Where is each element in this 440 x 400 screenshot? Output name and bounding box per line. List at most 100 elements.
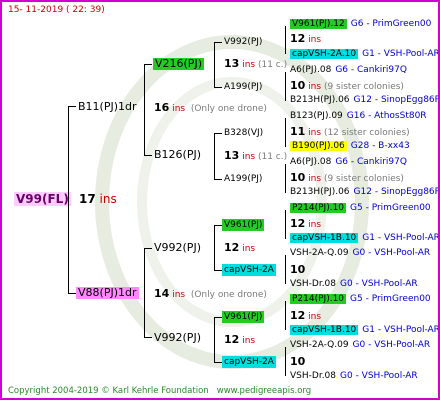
leaf-row[interactable]: 11 ins (12 sister colonies): [290, 126, 410, 139]
leaf-breeder: G12 - SinopEgg86R: [353, 187, 440, 197]
node-b11-info: 16 ins (Only one drone): [154, 101, 267, 115]
node-v961b[interactable]: V961(PJ): [222, 311, 265, 323]
leaf-ins: ins: [305, 82, 322, 92]
leaf-name[interactable]: V961(PJ).12: [290, 19, 347, 29]
leaf-row[interactable]: A6(PJ).08 G6 - Cankiri97Q: [290, 64, 407, 76]
leaf-breeder: G1 - VSH-Pool-AR: [362, 233, 440, 243]
timestamp: 15- 11-2019 ( 22: 39): [8, 5, 105, 15]
footer-url[interactable]: www.pedigreeapis.org: [217, 386, 311, 396]
node-a199a[interactable]: A199(PJ): [224, 81, 262, 93]
node-capa[interactable]: capVSH-2A: [222, 264, 276, 276]
leaf-breeder: G6 - Cankiri97Q: [335, 157, 407, 167]
node-v992c[interactable]: V992(PJ): [154, 332, 201, 344]
leaf-row[interactable]: capVSH-1B.10 G1 - VSH-Pool-AR: [290, 232, 440, 244]
leaf-ins: ins: [305, 128, 322, 138]
leaf-breeder: G5 - PrimGreen00: [350, 294, 431, 304]
leaf-name[interactable]: VSH-Dr.08: [290, 371, 336, 381]
leaf-name[interactable]: B213H(PJ).06: [290, 95, 350, 105]
leaf-breeder: G5 - PrimGreen00: [350, 203, 431, 213]
copyright-text: Copyright 2004-2019 © Karl Kehrle Founda…: [8, 386, 209, 396]
footer: Copyright 2004-2019 © Karl Kehrle Founda…: [8, 385, 311, 397]
leaf-row[interactable]: VSH-Dr.08 G0 - VSH-Pool-AR: [290, 370, 418, 382]
leaf-name[interactable]: B123(PJ).09: [290, 111, 343, 121]
leaf-breeder: G0 - VSH-Pool-AR: [340, 279, 418, 289]
leaf-row[interactable]: B213H(PJ).06 G12 - SinopEgg86R: [290, 94, 440, 106]
leaf-row[interactable]: 10: [290, 356, 305, 369]
leaf-breeder: G28 - B-xx43: [350, 141, 410, 151]
leaf-row[interactable]: capVSH-2A.10 G1 - VSH-Pool-AR: [290, 48, 440, 60]
leaf-name[interactable]: capVSH-1B.10: [290, 325, 359, 335]
count-v992c: 12 ins: [224, 333, 256, 347]
leaf-breeder: G1 - VSH-Pool-AR: [362, 325, 440, 335]
leaf-name[interactable]: capVSH-1B.10: [290, 233, 359, 243]
leaf-row[interactable]: 10 ins (9 sister colonies): [290, 80, 404, 93]
leaf-gen: 12: [290, 217, 306, 230]
leaf-gen: 12: [290, 309, 306, 322]
leaf-name[interactable]: B190(PJ).06: [290, 141, 347, 151]
leaf-name[interactable]: capVSH-2A.10: [290, 49, 359, 59]
leaf-row[interactable]: 12 ins: [290, 310, 321, 323]
leaf-note: (12 sister colonies): [321, 128, 410, 138]
node-v961a[interactable]: V961(PJ): [222, 219, 265, 231]
leaf-row[interactable]: 12 ins: [290, 33, 321, 46]
node-b11[interactable]: B11(PJ)1dr: [78, 101, 137, 113]
leaf-row[interactable]: V961(PJ).12 G6 - PrimGreen00: [290, 18, 431, 30]
leaf-breeder: G16 - AthosSt80R: [346, 111, 427, 121]
node-b328[interactable]: B328(VJ): [224, 127, 263, 139]
leaf-gen: 10: [290, 263, 306, 276]
leaf-name[interactable]: B213H(PJ).06: [290, 187, 350, 197]
leaf-row[interactable]: 12 ins: [290, 218, 321, 231]
count-b328: 13 ins (11 c.): [224, 149, 288, 163]
root-node[interactable]: V99(FL): [14, 192, 71, 206]
leaf-name[interactable]: P214(PJ).10: [290, 203, 347, 213]
node-capb[interactable]: capVSH-2A: [222, 356, 276, 368]
leaf-name[interactable]: VSH-2A-Q.09: [290, 340, 349, 350]
leaf-row[interactable]: B123(PJ).09 G16 - AthosSt80R: [290, 110, 427, 122]
leaf-name[interactable]: A6(PJ).08: [290, 65, 331, 75]
node-v216[interactable]: V216(PJ): [153, 58, 204, 70]
root-gen: 17 ins: [79, 192, 117, 206]
leaf-row[interactable]: A6(PJ).08 G6 - Cankiri97Q: [290, 156, 407, 168]
count-v992a: 13 ins (11 c.): [224, 57, 288, 71]
leaf-name[interactable]: P214(PJ).10: [290, 294, 347, 304]
leaf-ins: ins: [305, 35, 322, 45]
leaf-row[interactable]: VSH-Dr.08 G0 - VSH-Pool-AR: [290, 278, 418, 290]
leaf-ins: ins: [305, 174, 322, 184]
leaf-breeder: G6 - Cankiri97Q: [335, 65, 407, 75]
node-a199b[interactable]: A199(PJ): [224, 173, 262, 185]
count-v992b: 12 ins: [224, 241, 256, 255]
leaf-name[interactable]: A6(PJ).08: [290, 157, 331, 167]
leaf-gen: 11: [290, 125, 306, 138]
leaf-breeder: G0 - VSH-Pool-AR: [352, 248, 431, 258]
leaf-row[interactable]: VSH-2A-Q.09 G0 - VSH-Pool-AR: [290, 247, 430, 259]
leaf-row[interactable]: 10 ins (9 sister colonies): [290, 172, 404, 185]
leaf-row[interactable]: P214(PJ).10 G5 - PrimGreen00: [290, 293, 431, 305]
node-b126[interactable]: B126(PJ): [154, 149, 201, 161]
leaf-breeder: G1 - VSH-Pool-AR: [362, 49, 440, 59]
leaf-note: (9 sister colonies): [321, 174, 404, 184]
node-v88[interactable]: V88(PJ)1dr: [76, 287, 139, 299]
leaf-gen: 10: [290, 79, 306, 92]
leaf-row[interactable]: B213H(PJ).06 G12 - SinopEgg86R: [290, 186, 440, 198]
leaf-name[interactable]: VSH-Dr.08: [290, 279, 336, 289]
leaf-note: (9 sister colonies): [321, 82, 404, 92]
leaf-row[interactable]: 10: [290, 264, 305, 277]
leaf-row[interactable]: capVSH-1B.10 G1 - VSH-Pool-AR: [290, 324, 440, 336]
leaf-gen: 10: [290, 171, 306, 184]
leaf-gen: 10: [290, 355, 306, 368]
leaf-breeder: G12 - SinopEgg86R: [353, 95, 440, 105]
leaf-name[interactable]: VSH-2A-Q.09: [290, 248, 349, 258]
leaf-breeder: G0 - VSH-Pool-AR: [340, 371, 418, 381]
leaf-ins: ins: [305, 220, 322, 230]
node-v88-info: 14 ins (Only one drone): [154, 287, 267, 301]
leaf-row[interactable]: VSH-2A-Q.09 G0 - VSH-Pool-AR: [290, 339, 430, 351]
leaf-breeder: G0 - VSH-Pool-AR: [352, 340, 431, 350]
node-v992b[interactable]: V992(PJ): [154, 242, 201, 254]
leaf-breeder: G6 - PrimGreen00: [350, 19, 432, 29]
leaf-ins: ins: [305, 312, 322, 322]
leaf-row[interactable]: P214(PJ).10 G5 - PrimGreen00: [290, 202, 431, 214]
pedigree-frame: 15- 11-2019 ( 22: 39) V99(FL) 17 ins B11…: [0, 0, 440, 400]
leaf-row[interactable]: B190(PJ).06 G28 - B-xx43: [290, 140, 410, 152]
node-v992a[interactable]: V992(PJ): [224, 36, 262, 48]
leaf-gen: 12: [290, 32, 306, 45]
